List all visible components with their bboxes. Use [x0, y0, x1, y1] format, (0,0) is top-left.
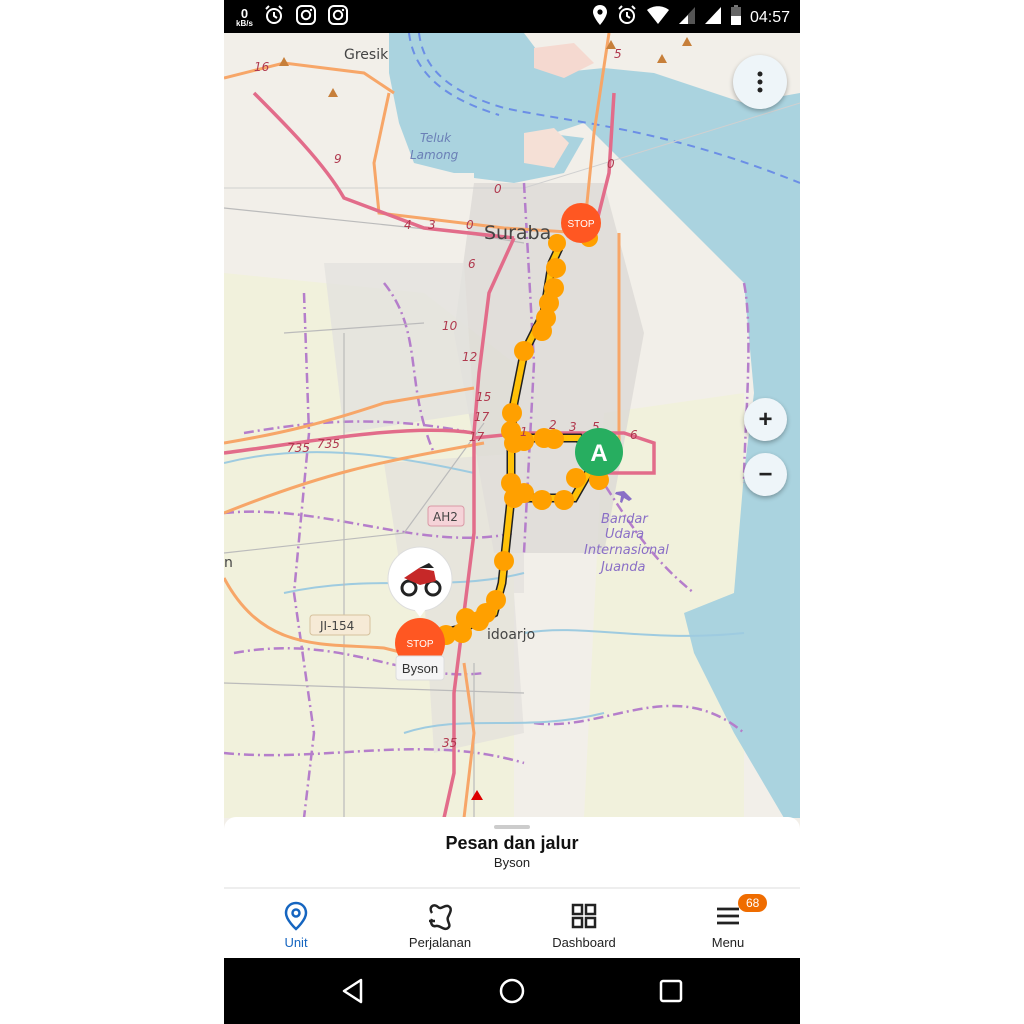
instagram-icon: [327, 4, 349, 31]
alarm-icon: [263, 4, 285, 31]
back-button[interactable]: [341, 978, 365, 1004]
bottom-sheet[interactable]: Pesan dan jalur Byson: [224, 817, 800, 887]
svg-text:12: 12: [462, 350, 477, 364]
recents-button[interactable]: [659, 979, 683, 1003]
place-label: Teluk: [420, 131, 452, 145]
home-icon: [499, 978, 525, 1004]
svg-text:9: 9: [334, 152, 342, 166]
svg-text:0: 0: [607, 157, 615, 171]
alarm-icon: [616, 4, 638, 31]
wifi-icon: [646, 5, 670, 30]
signal-icon: [678, 5, 696, 30]
svg-text:A: A: [590, 440, 607, 467]
route-point: [566, 468, 586, 488]
svg-text:17: 17: [469, 430, 485, 444]
status-bar: 0 kB/s 04:57: [224, 0, 800, 33]
svg-text:6: 6: [468, 257, 476, 271]
recents-icon: [660, 979, 683, 1003]
svg-text:17: 17: [474, 410, 490, 424]
route-point: [494, 551, 514, 571]
route-point: [502, 403, 522, 423]
svg-text:3: 3: [428, 218, 436, 232]
waypoint-marker-a[interactable]: A: [575, 428, 623, 476]
svg-text:15: 15: [476, 390, 491, 404]
route-point: [532, 321, 552, 341]
home-button[interactable]: [498, 977, 526, 1005]
nav-label: Perjalanan: [408, 935, 472, 950]
svg-text:0: 0: [494, 182, 502, 196]
notification-badge: 68: [738, 894, 768, 912]
edge-label: n: [224, 555, 233, 571]
more-vert-icon: [757, 71, 763, 93]
place-label: idoarjo: [487, 627, 535, 643]
route-point: [532, 490, 552, 510]
svg-text:STOP: STOP: [567, 219, 594, 230]
more-options-button[interactable]: [733, 55, 787, 109]
signal-icon: [704, 5, 722, 30]
route-point: [554, 490, 574, 510]
svg-text:735: 735: [287, 441, 310, 455]
net-speed: 0 kB/s: [236, 7, 253, 28]
route-point: [544, 429, 564, 449]
svg-text:10: 10: [442, 319, 458, 333]
svg-text:6: 6: [630, 428, 638, 442]
svg-text:1: 1: [520, 425, 528, 439]
svg-text:Bandar: Bandar: [601, 512, 649, 527]
nav-item-menu[interactable]: Menu 68: [656, 889, 800, 958]
sheet-drag-handle[interactable]: [494, 825, 530, 829]
map-view[interactable]: Gresik Teluk Lamong Suraba idoarjo Banda…: [224, 33, 800, 818]
bottom-navigation: Unit Perjalanan Dashboard Menu 68: [224, 889, 800, 958]
nav-label: Unit: [284, 935, 308, 950]
vehicle-name-label: Byson: [395, 655, 445, 681]
back-icon: [342, 978, 362, 1004]
svg-text:3: 3: [569, 420, 577, 434]
place-label: Lamong: [410, 148, 459, 162]
svg-text:AH2: AH2: [433, 510, 458, 524]
svg-text:35: 35: [442, 736, 457, 750]
grid-icon: [571, 903, 597, 929]
svg-text:JI-154: JI-154: [319, 619, 354, 633]
zoom-in-button[interactable]: +: [744, 398, 787, 441]
svg-text:16: 16: [254, 60, 270, 74]
svg-text:Juanda: Juanda: [598, 560, 646, 575]
svg-text:Udara: Udara: [605, 527, 644, 542]
nav-label: Menu: [711, 935, 745, 950]
svg-text:Internasional: Internasional: [584, 543, 669, 558]
sheet-subtitle: Byson: [493, 855, 531, 870]
route-point: [514, 483, 534, 503]
clock-time: 04:57: [749, 8, 790, 26]
net-speed-unit: kB/s: [236, 19, 253, 28]
nav-item-perjalanan[interactable]: Perjalanan: [368, 889, 512, 958]
system-navigation-bar: [224, 958, 800, 1024]
place-label: Gresik: [344, 47, 389, 63]
urban-area: [324, 263, 474, 433]
stop-marker[interactable]: STOP: [561, 203, 601, 243]
phone-screen: 0 kB/s 04:57 Gresik Teluk Lamong Suraba …: [224, 0, 800, 1024]
svg-text:Byson: Byson: [402, 661, 438, 676]
svg-text:735: 735: [317, 437, 340, 451]
route-point: [546, 258, 566, 278]
svg-text:5: 5: [614, 47, 622, 61]
location-icon: [592, 4, 608, 31]
hamburger-icon: [717, 907, 739, 925]
road-shield-ah2: AH2: [427, 505, 465, 527]
zoom-out-button[interactable]: −: [744, 453, 787, 496]
route-point: [514, 341, 534, 361]
battery-icon: [730, 4, 742, 31]
place-label: Suraba: [484, 222, 551, 244]
map-canvas[interactable]: Gresik Teluk Lamong Suraba idoarjo Banda…: [224, 33, 800, 818]
instagram-icon: [295, 4, 317, 31]
svg-text:0: 0: [466, 218, 474, 232]
location-pin-icon: [284, 901, 308, 931]
nav-item-dashboard[interactable]: Dashboard: [512, 889, 656, 958]
nav-item-unit[interactable]: Unit: [224, 889, 368, 958]
svg-text:STOP: STOP: [406, 639, 433, 650]
svg-text:2: 2: [549, 418, 557, 432]
road-shield-ji154: JI-154: [309, 614, 371, 636]
route-icon: [429, 904, 452, 931]
nav-label: Dashboard: [552, 935, 616, 950]
sheet-title: Pesan dan jalur: [445, 833, 579, 853]
svg-text:4: 4: [404, 218, 412, 232]
